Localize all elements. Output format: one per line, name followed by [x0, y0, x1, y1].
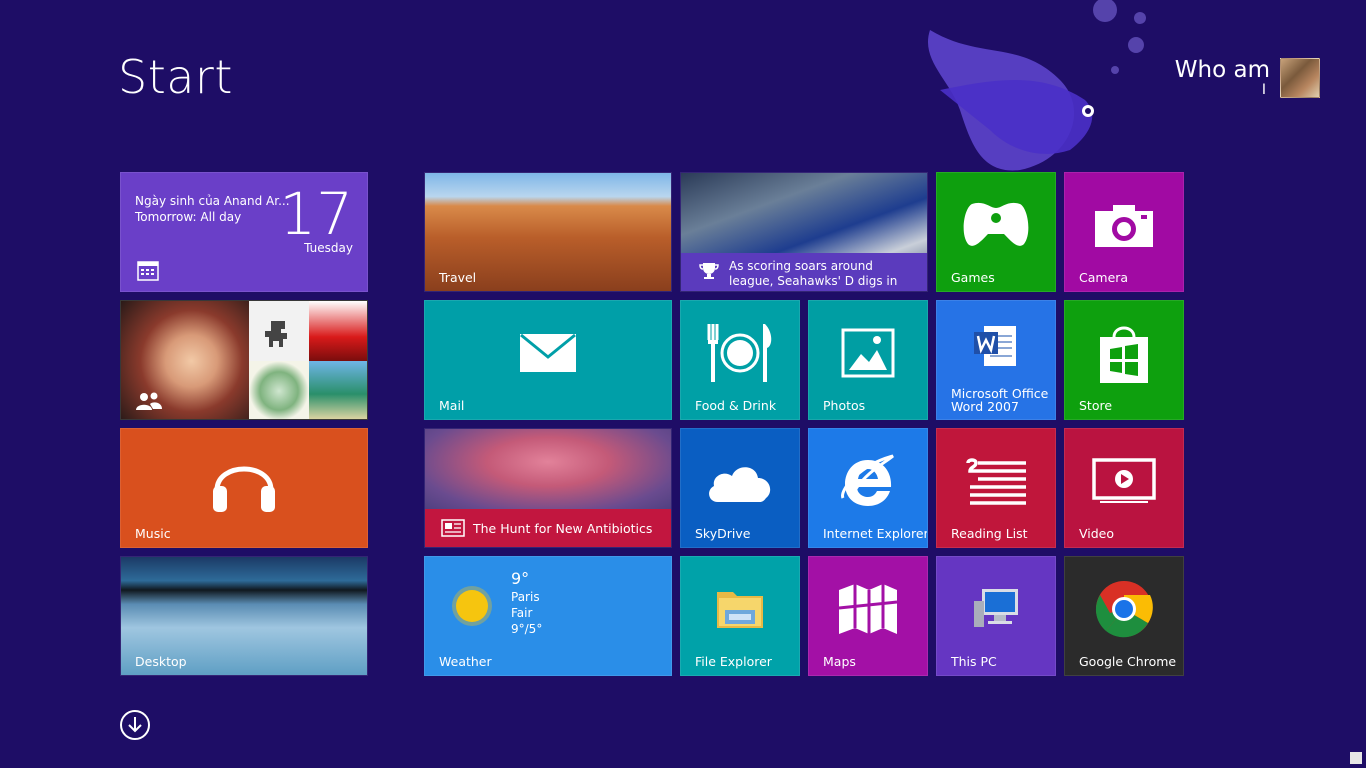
tile-label: Internet Explorer	[823, 526, 928, 541]
news-headline: The Hunt for New Antibiotics	[473, 521, 653, 536]
scroll-minimize-button[interactable]	[1350, 752, 1362, 764]
cloud-icon	[709, 467, 771, 502]
store-bag-icon	[1100, 326, 1148, 383]
tile-food-drink[interactable]: Food & Drink	[680, 300, 800, 420]
trophy-icon	[699, 263, 719, 279]
tile-label: Weather	[439, 654, 492, 669]
weather-temperature: 9°	[511, 569, 530, 588]
tile-this-pc[interactable]: This PC	[936, 556, 1056, 676]
folder-icon	[717, 591, 763, 628]
weather-city: Paris	[511, 590, 540, 604]
tile-calendar[interactable]: Ngày sinh của Anand Ar... Tomorrow: All …	[120, 172, 368, 292]
tile-label: Music	[135, 526, 171, 541]
tile-reading-list[interactable]: Reading List	[936, 428, 1056, 548]
tile-desktop[interactable]: Desktop	[120, 556, 368, 676]
tile-label: Store	[1079, 398, 1113, 413]
tile-label: Food & Drink	[695, 398, 777, 413]
camera-icon	[1095, 204, 1153, 247]
tile-label: Camera	[1079, 270, 1129, 285]
ie-icon	[841, 454, 894, 506]
tile-word[interactable]: Microsoft Office Word 2007	[936, 300, 1056, 420]
word-icon	[974, 325, 1016, 366]
betta-fish-decoration	[927, 0, 1146, 171]
calendar-weekday: Tuesday	[304, 241, 353, 255]
user-account[interactable]: Who am I	[1175, 58, 1320, 98]
tile-label: SkyDrive	[695, 526, 751, 541]
weather-condition: Fair	[511, 606, 533, 620]
tile-skydrive[interactable]: SkyDrive	[680, 428, 800, 548]
news-photo	[425, 429, 671, 511]
tile-label: Travel	[439, 270, 477, 285]
plate-cutlery-icon	[707, 323, 772, 382]
tile-label: Mail	[439, 398, 465, 413]
sun-icon	[452, 586, 492, 626]
people-photo	[309, 361, 367, 419]
tile-label: Games	[951, 270, 995, 285]
tile-camera[interactable]: Camera	[1064, 172, 1184, 292]
tile-label: Photos	[823, 398, 866, 413]
tile-google-chrome[interactable]: Google Chrome	[1064, 556, 1184, 676]
video-icon	[1092, 458, 1156, 503]
tile-maps[interactable]: Maps	[808, 556, 928, 676]
tile-games[interactable]: Games	[936, 172, 1056, 292]
people-photo	[249, 361, 309, 419]
reading-list-icon	[966, 458, 1026, 505]
calendar-day: 17	[279, 180, 353, 248]
controller-icon	[963, 202, 1029, 246]
tile-file-explorer[interactable]: File Explorer	[680, 556, 800, 676]
tile-store[interactable]: Store	[1064, 300, 1184, 420]
page-title: Start	[118, 50, 233, 104]
all-apps-button[interactable]	[120, 710, 150, 740]
tile-sports[interactable]: As scoring soars around league, Seahawks…	[680, 172, 928, 292]
user-name-line2: I	[1261, 82, 1266, 98]
tile-people[interactable]	[120, 300, 368, 420]
picture-icon	[841, 328, 895, 378]
people-photo	[309, 301, 367, 361]
tile-news[interactable]: The Hunt for New Antibiotics	[424, 428, 672, 548]
newspaper-icon	[441, 519, 465, 537]
tile-label: Microsoft Office Word 2007	[951, 386, 1049, 414]
tile-travel[interactable]: Travel	[424, 172, 672, 292]
tile-weather[interactable]: 9° Paris Fair 9°/5° Weather	[424, 556, 672, 676]
chrome-icon	[1095, 580, 1153, 638]
tile-label: Maps	[823, 654, 856, 669]
tile-video[interactable]: Video	[1064, 428, 1184, 548]
calendar-icon	[137, 261, 159, 281]
tile-mail[interactable]: Mail	[424, 300, 672, 420]
weather-range: 9°/5°	[511, 622, 543, 636]
computer-icon	[974, 588, 1018, 627]
avatar[interactable]	[1280, 58, 1320, 98]
calendar-event: Ngày sinh của Anand Ar...	[135, 194, 290, 208]
arrow-down-circle-icon	[128, 717, 142, 733]
tile-label: File Explorer	[695, 654, 772, 669]
tile-photos[interactable]: Photos	[808, 300, 928, 420]
sports-headline: As scoring soars around league, Seahawks…	[729, 259, 898, 288]
calendar-event-time: Tomorrow: All day	[135, 210, 242, 224]
people-icon	[136, 392, 162, 410]
tile-label: Desktop	[135, 654, 187, 669]
tile-label: Reading List	[951, 526, 1028, 541]
headphones-icon	[213, 466, 275, 512]
user-name: Who am	[1174, 57, 1270, 83]
envelope-icon	[520, 333, 576, 372]
tile-label: This PC	[951, 654, 997, 669]
tile-music[interactable]: Music	[120, 428, 368, 548]
tile-label: Google Chrome	[1079, 654, 1177, 669]
people-photo	[249, 301, 309, 361]
tile-label: Video	[1079, 526, 1115, 541]
tile-internet-explorer[interactable]: Internet Explorer	[808, 428, 928, 548]
map-icon	[838, 583, 898, 634]
